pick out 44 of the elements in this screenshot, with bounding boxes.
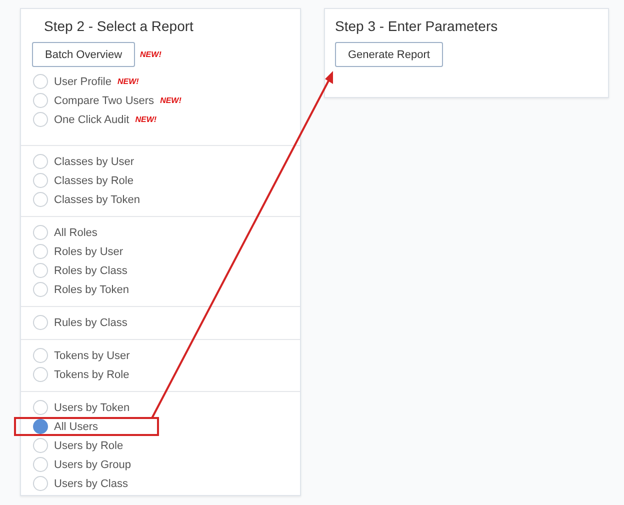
option-label: Users by Class (54, 478, 128, 490)
option-label: Users by Group (54, 458, 132, 470)
radio-button[interactable] (33, 438, 48, 453)
radio-button[interactable] (33, 192, 48, 207)
radio-button[interactable] (33, 225, 48, 240)
radio-button[interactable] (33, 457, 48, 472)
radio-button[interactable] (33, 112, 48, 127)
radio-button[interactable] (33, 154, 48, 169)
option-label: Roles by Token (54, 284, 130, 296)
radio-button[interactable] (33, 315, 48, 330)
radio-button[interactable] (33, 476, 48, 491)
option-label: All Users (54, 420, 98, 432)
radio-button[interactable] (33, 93, 48, 108)
radio-button[interactable] (33, 348, 48, 363)
panel-title: Step 3 - Enter Parameters (335, 18, 499, 34)
radio-button[interactable] (33, 244, 48, 259)
radio-button[interactable] (33, 367, 48, 382)
option-label: Classes by Role (54, 174, 134, 186)
option-label: Roles by User (54, 246, 124, 258)
option-label: One Click Audit (54, 114, 130, 126)
batch-overview-button[interactable]: Batch Overview (32, 42, 136, 67)
option-label: Roles by Class (54, 264, 128, 276)
radio-button[interactable] (33, 282, 48, 297)
panel-title: Step 2 - Select a Report (43, 17, 194, 34)
option-label: User Profile (54, 76, 112, 88)
generate-report-button[interactable]: Generate Report (335, 42, 443, 67)
radio-button[interactable] (33, 74, 48, 89)
option-label: Users by Role (54, 440, 124, 452)
option-label: All Roles (54, 226, 98, 238)
new-label: NEW! (140, 50, 162, 59)
option-label: Classes by Token (54, 194, 140, 206)
radio-button[interactable] (33, 263, 48, 278)
option-label: Users by Token (54, 402, 130, 414)
new-label: NEW! (160, 96, 182, 105)
new-label: NEW! (135, 115, 157, 124)
option-label: Tokens by Role (54, 368, 130, 380)
radio-button[interactable] (33, 400, 48, 415)
option-label: Tokens by User (54, 350, 130, 362)
option-label: Classes by User (54, 156, 134, 168)
option-label: Rules by Class (54, 316, 128, 328)
new-label: NEW! (117, 77, 139, 86)
radio-button[interactable] (33, 173, 48, 188)
radio-button[interactable] (33, 419, 48, 434)
option-label: Compare Two Users (54, 94, 154, 106)
